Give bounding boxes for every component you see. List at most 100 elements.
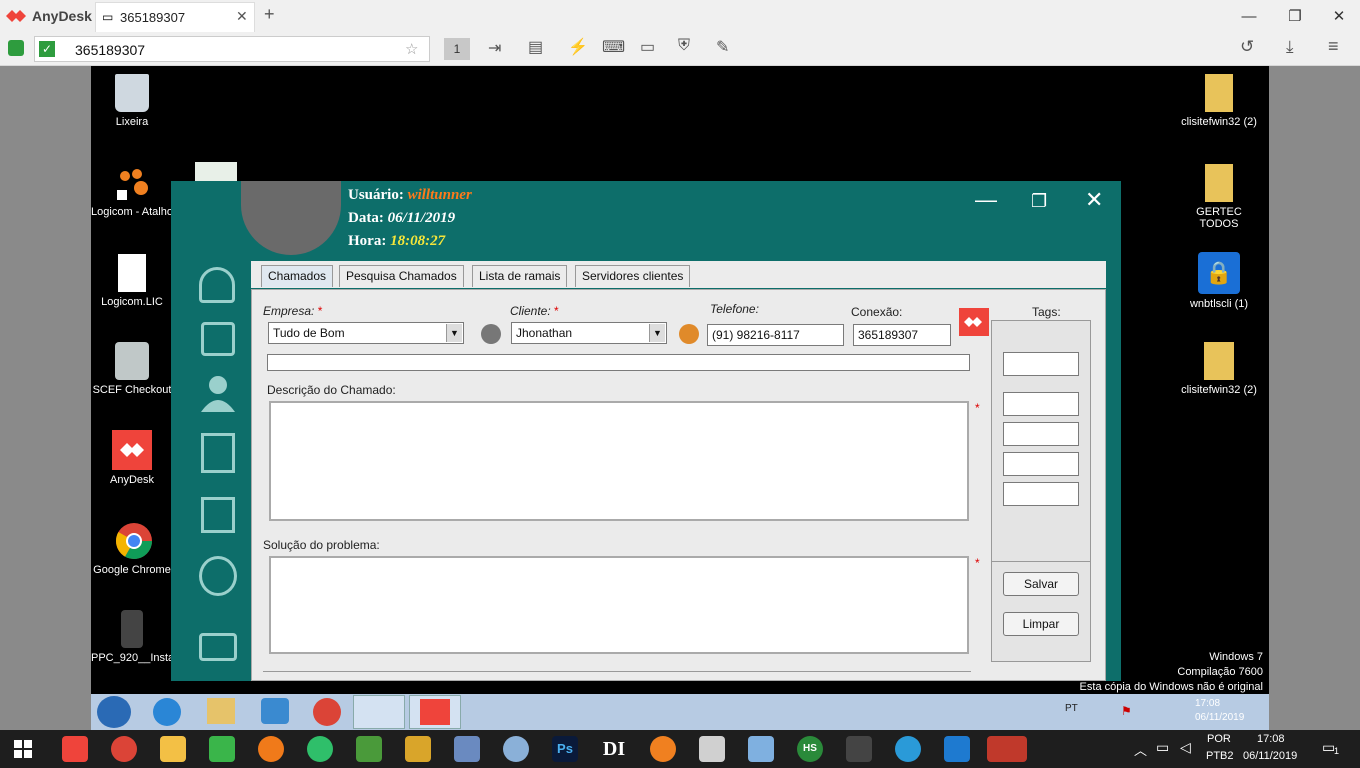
- chevron-down-icon[interactable]: ▼: [446, 324, 462, 342]
- explorer-icon[interactable]: [207, 698, 235, 724]
- logicom-taskbar-icon[interactable]: [650, 736, 676, 762]
- media-icon[interactable]: [846, 736, 872, 762]
- desktop-icon-scef[interactable]: SCEF Checkout: [91, 342, 173, 396]
- remote-screen[interactable]: Lixeira Logicom - Atalho Logicom.LIC SCE…: [0, 66, 1360, 730]
- telefone-field[interactable]: (91) 98216-8117: [707, 324, 844, 346]
- actions-lightning-icon[interactable]: ⚡: [568, 37, 588, 57]
- tag-field-1[interactable]: [1003, 352, 1079, 376]
- file-transfer-icon[interactable]: ⇥: [488, 38, 501, 58]
- user-add-icon[interactable]: [199, 374, 237, 414]
- display-icon[interactable]: ▭: [640, 37, 655, 57]
- desktop-icon-clisitef-2[interactable]: clisitefwin32 (2): [1177, 342, 1261, 396]
- report-chart-icon[interactable]: [201, 433, 235, 473]
- file-explorer-icon[interactable]: [160, 736, 186, 762]
- subject-field[interactable]: [267, 354, 970, 371]
- desktop-icon-gertec[interactable]: GERTEC TODOS: [1177, 164, 1261, 230]
- volume-muted-icon[interactable]: ◁: [1180, 739, 1191, 756]
- tab-lista-de-ramais[interactable]: Lista de ramais: [472, 265, 568, 287]
- app-minimize-icon[interactable]: —: [975, 187, 997, 213]
- telegram-icon[interactable]: [895, 736, 921, 762]
- paint-icon[interactable]: [503, 736, 529, 762]
- close-window-icon[interactable]: ✕: [1316, 0, 1360, 32]
- tag-field-2[interactable]: [1003, 392, 1079, 416]
- desktop-icon-lixeira[interactable]: Lixeira: [91, 74, 173, 128]
- descricao-textarea[interactable]: [269, 401, 969, 521]
- money-icon[interactable]: [258, 736, 284, 762]
- desktop-icon-ppc[interactable]: PPC_920__Instal...: [91, 610, 186, 664]
- whiteboard-pen-icon[interactable]: ✎: [716, 37, 729, 57]
- solucao-textarea[interactable]: [269, 556, 969, 654]
- ie-icon[interactable]: [153, 698, 181, 726]
- app-close-icon[interactable]: ✕: [1085, 187, 1103, 213]
- session-tab[interactable]: ▭ 365189307 ✕: [95, 2, 255, 32]
- anydesk-taskbar-button[interactable]: [409, 695, 461, 729]
- camera-icon[interactable]: [199, 633, 237, 661]
- globe-icon[interactable]: [199, 556, 237, 596]
- keyboard-icon[interactable]: ⌨: [602, 37, 625, 57]
- spreadsheet-icon[interactable]: [356, 736, 382, 762]
- tray-chevron-up-icon[interactable]: ︿: [1134, 740, 1147, 759]
- phone-book-icon[interactable]: [201, 322, 235, 356]
- photoshop-icon[interactable]: Ps: [552, 736, 578, 762]
- empresa-info-icon[interactable]: [481, 324, 501, 344]
- download-icon[interactable]: ⤓: [1286, 37, 1294, 57]
- cliente-select[interactable]: Jhonathan ▼: [511, 322, 667, 344]
- support-headset-icon[interactable]: [199, 267, 235, 303]
- remote-start-button[interactable]: [97, 696, 131, 728]
- desktop-icon-chrome[interactable]: Google Chrome: [91, 522, 173, 576]
- remote-lang-indicator[interactable]: PT: [1065, 703, 1078, 714]
- restore-window-icon[interactable]: ❐: [1272, 0, 1318, 32]
- history-icon[interactable]: ↺: [1240, 37, 1254, 57]
- anydesk-taskbar-icon[interactable]: [62, 736, 88, 762]
- tab-servidores-clientes[interactable]: Servidores clientes: [575, 265, 691, 287]
- menu-icon[interactable]: ≡: [1328, 36, 1339, 57]
- checklist-icon[interactable]: [201, 497, 235, 533]
- installer-icon[interactable]: [699, 736, 725, 762]
- media-player-icon[interactable]: [261, 698, 289, 724]
- tab-chamados[interactable]: Chamados: [261, 265, 334, 287]
- anydesk-connect-icon[interactable]: [959, 308, 989, 336]
- chat-icon[interactable]: ▤: [528, 37, 543, 57]
- conexao-field[interactable]: 365189307: [853, 324, 951, 346]
- empresa-select[interactable]: Tudo de Bom ▼: [268, 322, 464, 344]
- address-field[interactable]: ✓ 365189307 ☆: [34, 36, 430, 62]
- chrome-taskbar-icon[interactable]: [313, 698, 341, 726]
- clock-date[interactable]: 06/11/2019: [1243, 750, 1297, 762]
- box-icon[interactable]: [748, 736, 774, 762]
- desktop-icon-logicom[interactable]: Logicom - Atalho: [91, 164, 173, 218]
- desktop-icon-clisitef-1[interactable]: clisitefwin32 (2): [1177, 74, 1261, 128]
- app-maximize-icon[interactable]: ❐: [1031, 191, 1047, 212]
- tools-icon[interactable]: [454, 736, 480, 762]
- new-tab-icon[interactable]: +: [264, 4, 275, 25]
- di-icon[interactable]: DI: [601, 736, 627, 762]
- hs-icon[interactable]: HS: [797, 736, 823, 762]
- tag-field-3[interactable]: [1003, 422, 1079, 446]
- minimize-window-icon[interactable]: —: [1226, 0, 1272, 32]
- cliente-avatar-icon[interactable]: [679, 324, 699, 344]
- salvar-button[interactable]: Salvar: [1003, 572, 1079, 596]
- windows-start-icon[interactable]: [14, 740, 32, 758]
- chrome-taskbar-icon[interactable]: [111, 736, 137, 762]
- chevron-down-icon[interactable]: ▼: [649, 324, 665, 342]
- camtasia-icon[interactable]: [209, 736, 235, 762]
- clock-time[interactable]: 17:08: [1257, 733, 1285, 745]
- limpar-button[interactable]: Limpar: [1003, 612, 1079, 636]
- handshake-icon[interactable]: [405, 736, 431, 762]
- language-indicator[interactable]: POR: [1207, 733, 1231, 745]
- desktop-icon-anydesk[interactable]: AnyDesk: [91, 430, 173, 486]
- tray-flag-icon[interactable]: ⚑: [1121, 704, 1132, 718]
- scef-taskbar-button[interactable]: [353, 695, 405, 729]
- tag-field-4[interactable]: [1003, 452, 1079, 476]
- desktop-icon-wnbtlscli[interactable]: 🔒 wnbtlscli (1): [1177, 252, 1261, 310]
- monitor-select-button[interactable]: 1: [444, 38, 470, 60]
- tag-field-5[interactable]: [1003, 482, 1079, 506]
- permissions-shield-icon[interactable]: ⛨: [678, 37, 690, 55]
- close-tab-icon[interactable]: ✕: [236, 8, 248, 25]
- favorite-star-icon[interactable]: ☆: [405, 40, 418, 58]
- tab-pesquisa-chamados[interactable]: Pesquisa Chamados: [339, 265, 464, 287]
- active-app-icon[interactable]: [987, 736, 1027, 762]
- slack-icon[interactable]: [307, 736, 333, 762]
- desktop-icon-logicom-lic[interactable]: Logicom.LIC: [91, 254, 173, 308]
- vscode-icon[interactable]: [944, 736, 970, 762]
- keyboard-layout-indicator[interactable]: PTB2: [1206, 750, 1234, 762]
